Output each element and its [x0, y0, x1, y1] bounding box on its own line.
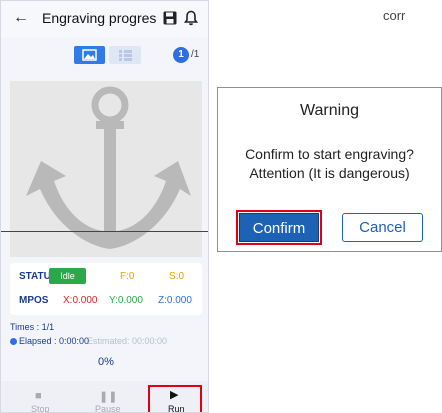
cancel-button[interactable]: Cancel	[342, 213, 423, 242]
dialog-message: Confirm to start engraving? Attention (I…	[245, 146, 414, 181]
spindle-value: S:0	[169, 271, 185, 282]
stop-icon[interactable]: ■	[35, 390, 42, 402]
stop-button[interactable]: Stop	[31, 404, 50, 412]
preview-axis	[1, 231, 208, 232]
z-coordinate: Z:0.000	[158, 295, 192, 306]
pause-button[interactable]: Pause	[95, 404, 121, 412]
top-bar: ← Engraving progres	[1, 1, 208, 37]
back-arrow-icon[interactable]: ←	[13, 9, 29, 27]
status-badge: Idle	[49, 268, 86, 284]
run-button[interactable]: Run	[168, 404, 185, 412]
pause-icon[interactable]: ❚❚	[99, 390, 117, 403]
image-view-toggle[interactable]	[74, 46, 105, 64]
image-icon	[82, 49, 97, 61]
mpos-label: MPOS	[19, 295, 49, 306]
y-coordinate: Y:0.000	[109, 295, 143, 306]
confirm-button[interactable]: Confirm	[239, 213, 319, 242]
list-icon	[119, 50, 132, 61]
page-title: Engraving progres	[42, 10, 157, 26]
run-icon[interactable]: ▶	[170, 388, 178, 401]
corner-text: corr	[383, 8, 406, 23]
estimated-time: Estimated: 00:00:00	[87, 336, 168, 346]
x-coordinate: X:0.000	[63, 295, 98, 306]
feed-value: F:0	[120, 271, 135, 282]
times-text: Times : 1/1	[10, 322, 55, 332]
list-view-toggle[interactable]	[109, 46, 141, 64]
save-icon[interactable]	[163, 11, 177, 25]
dialog-title: Warning	[300, 102, 359, 119]
page-badge[interactable]: 1	[173, 47, 189, 63]
elapsed-time: Elapsed : 0:00:00	[19, 336, 90, 346]
progress-percent: 0%	[98, 356, 114, 368]
bell-icon[interactable]	[184, 10, 198, 26]
statu-label: STATU	[19, 271, 51, 282]
elapsed-dot-icon	[10, 338, 17, 345]
phone-screen: ← Engraving progres 1 /1 STATU Idle F:0 …	[0, 0, 209, 413]
page-total: /1	[191, 49, 200, 60]
warning-dialog: Warning Confirm to start engraving? Atte…	[217, 87, 442, 252]
